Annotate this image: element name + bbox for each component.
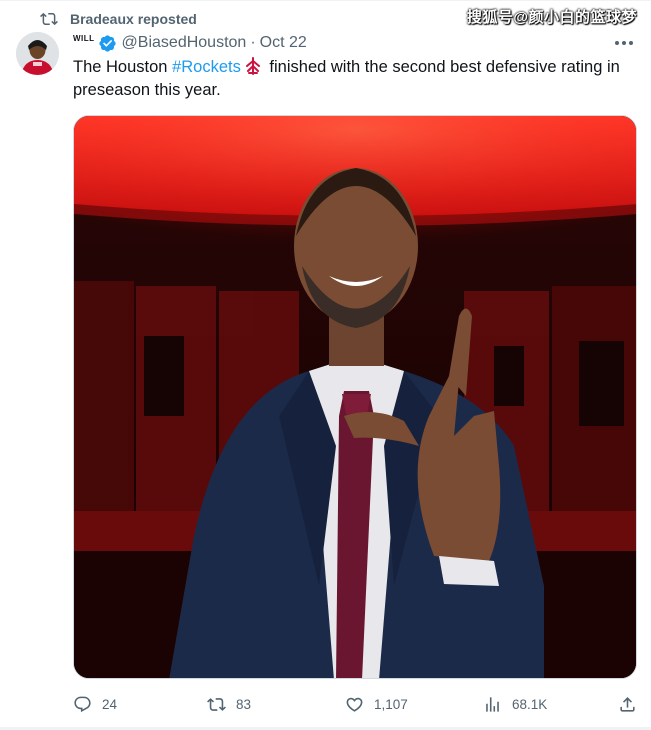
tweet-text-start: The Houston bbox=[73, 58, 173, 76]
tweet-photo[interactable] bbox=[73, 115, 637, 679]
rockets-logo-icon bbox=[245, 57, 260, 75]
avatar-image bbox=[16, 32, 59, 75]
like-count: 1,107 bbox=[374, 696, 408, 712]
avatar[interactable] bbox=[16, 32, 59, 75]
top-border bbox=[0, 0, 651, 1]
share-icon bbox=[620, 696, 635, 712]
like-button[interactable]: 1,107 bbox=[345, 695, 408, 714]
display-name[interactable]: WILL bbox=[73, 34, 95, 43]
hashtag-link[interactable]: #Rockets bbox=[172, 58, 241, 76]
heart-icon bbox=[346, 697, 363, 712]
tweet-header: WILL @BiasedHouston · Oct 22 bbox=[73, 31, 637, 55]
photo-content bbox=[74, 116, 636, 678]
repost-label: Bradeaux reposted bbox=[70, 11, 197, 27]
reply-icon bbox=[74, 696, 91, 712]
repost-action-icon bbox=[207, 697, 226, 711]
repost-button[interactable]: 83 bbox=[207, 695, 251, 714]
verified-badge-icon[interactable] bbox=[98, 34, 117, 53]
views-button[interactable]: 68.1K bbox=[483, 695, 547, 714]
repost-icon bbox=[40, 12, 58, 26]
views-count: 68.1K bbox=[512, 696, 548, 712]
action-bar: 24 83 1,107 68.1K bbox=[73, 692, 637, 716]
timestamp[interactable]: Oct 22 bbox=[260, 34, 307, 52]
reply-count: 24 bbox=[102, 696, 118, 712]
separator-dot: · bbox=[250, 34, 256, 51]
author-handle[interactable]: @BiasedHouston bbox=[122, 34, 247, 52]
reply-button[interactable]: 24 bbox=[73, 695, 117, 714]
repost-count: 83 bbox=[236, 696, 252, 712]
watermark: 搜狐号@颜小白的篮球梦 bbox=[466, 9, 637, 26]
share-button[interactable] bbox=[618, 695, 637, 714]
views-chart-icon bbox=[486, 696, 499, 712]
tweet-text: The Houston #Rockets finished with the s… bbox=[73, 56, 633, 102]
more-options-icon[interactable] bbox=[611, 37, 637, 49]
repost-context[interactable]: Bradeaux reposted bbox=[40, 9, 197, 29]
